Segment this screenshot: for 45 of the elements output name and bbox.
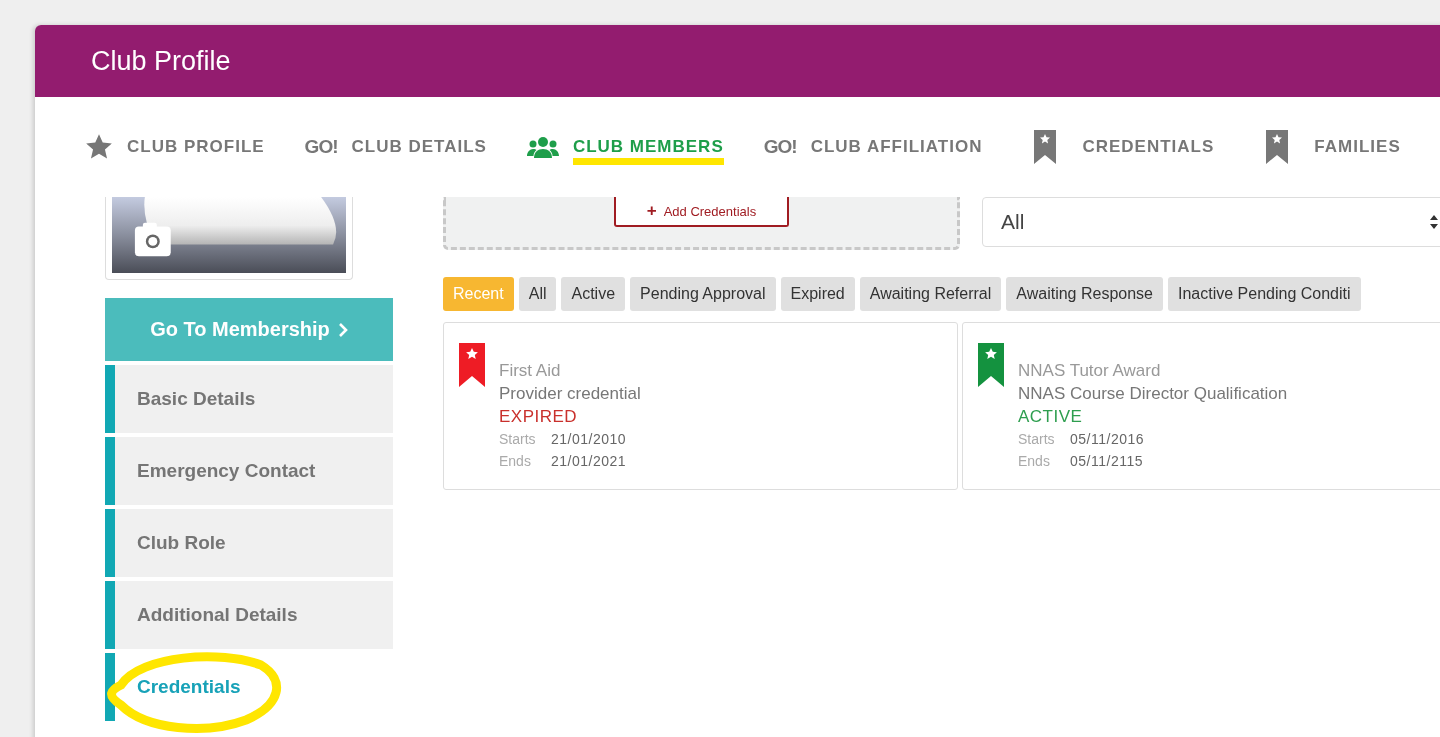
date-value: 21/01/2010 [551,430,627,449]
date-label: Ends [1018,452,1051,471]
chevron-right-icon [337,321,348,338]
filter-chip[interactable]: Expired [780,277,855,311]
bookmark-icon [1034,130,1057,164]
go-to-membership-button[interactable]: Go To Membership [105,298,393,361]
tab[interactable]: GO! CLUB AFFILIATION [763,130,983,164]
date-value: 05/11/2115 [1070,452,1143,471]
filter-select[interactable]: All [982,197,1440,247]
people-icon [526,136,559,158]
tab[interactable]: GO! CLUB DETAILS [304,130,487,164]
tab[interactable]: CLUB PROFILE [85,127,265,167]
filter-chip[interactable]: All [518,277,557,311]
sidebar-item[interactable]: Basic Details [105,365,393,433]
add-credentials-button[interactable]: + Add Credentials [614,197,789,227]
bookmark-icon [1266,130,1289,164]
date-label: Starts [1018,430,1056,449]
sidebar-item[interactable]: Emergency Contact [105,437,393,505]
date-value: 05/11/2016 [1070,430,1145,449]
sidebar-item[interactable]: Additional Details [105,581,393,649]
credential-card[interactable]: NNAS Tutor Award NNAS Course Director Qualification ACTIVE Starts 05/11/2016 Ends 05/11/2115 [962,322,1440,490]
filter-chip[interactable]: Active [561,277,626,311]
page-title: Club Profile [91,45,231,77]
filter-chip[interactable]: Inactive Pending Conditi [1168,277,1361,311]
go-logo-icon: GO! [304,136,338,158]
credential-type: Provider credential [499,383,641,405]
filter-chip[interactable]: Pending Approval [630,277,776,311]
star-icon [85,133,113,161]
tab[interactable]: FAMILIES [1254,124,1401,170]
credential-status: ACTIVE [1018,406,1084,428]
credential-title: NNAS Tutor Award [1018,360,1162,382]
tab[interactable]: CREDENTIALS [1022,124,1215,170]
date-label: Ends [499,452,532,471]
credential-status: EXPIRED [499,406,579,428]
date-label: Starts [499,430,537,449]
tab[interactable]: CLUB MEMBERS [526,130,724,164]
sidebar-item[interactable]: Club Role [105,509,393,577]
credential-title: First Aid [499,360,562,382]
date-value: 21/01/2021 [551,452,627,471]
filter-chip[interactable]: Awaiting Response [1006,277,1163,311]
credential-card[interactable]: First Aid Provider credential EXPIRED Starts 21/01/2010 Ends 21/01/2021 [443,322,958,490]
credential-type: NNAS Course Director Qualification [1018,383,1288,405]
sort-arrows-icon [1429,214,1439,230]
filter-chip[interactable]: Awaiting Referral [859,277,1002,311]
go-logo-icon: GO! [763,136,797,158]
